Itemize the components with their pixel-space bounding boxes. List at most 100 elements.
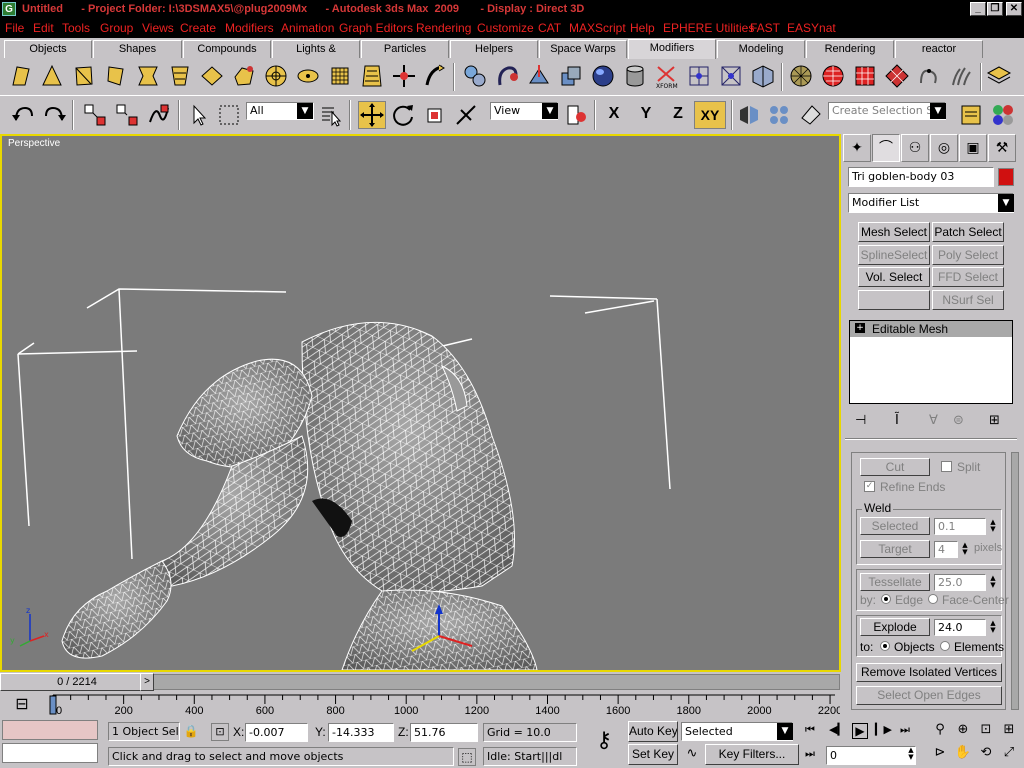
x-coord-input[interactable]: -0.007 [245, 723, 308, 742]
push-modifier-icon[interactable] [199, 63, 225, 89]
motion-panel-tab[interactable]: ◎ [930, 134, 958, 162]
perspective-viewport[interactable]: Perspective z x y [0, 134, 841, 672]
hair-fur-icon[interactable] [948, 63, 974, 89]
next-frame-icon[interactable]: ▎▶ [875, 723, 892, 737]
chevron-down-icon[interactable]: ▼ [777, 723, 793, 740]
tab-objects[interactable]: Objects [4, 40, 92, 58]
ffd-select-button[interactable]: FFD Select [932, 267, 1004, 287]
bind-to-space-warp-icon[interactable] [146, 102, 172, 128]
weld-threshold-spinner[interactable]: ▲ ▼ [988, 519, 998, 535]
redo-icon[interactable] [42, 102, 68, 128]
menu-easynat[interactable]: EASYnat [787, 18, 836, 38]
unlink-selection-icon[interactable] [114, 102, 140, 128]
nsurf-sel-button[interactable]: NSurf Sel [932, 290, 1004, 310]
select-and-link-icon[interactable] [82, 102, 108, 128]
elements-radio[interactable] [940, 641, 950, 651]
bend-modifier-icon[interactable] [8, 63, 34, 89]
expand-icon[interactable]: + [855, 323, 865, 333]
empty-modifier-slot[interactable] [858, 290, 930, 310]
key-filters-button[interactable]: Key Filters... [705, 744, 799, 765]
display-panel-tab[interactable]: ▣ [959, 134, 987, 162]
configure-modifier-sets-icon[interactable]: ⊞ [989, 414, 1005, 428]
key-icon[interactable]: ⚷ [584, 730, 624, 754]
menu-cat[interactable]: CAT [538, 18, 561, 38]
lock-icon[interactable]: 🔒 [183, 724, 199, 740]
material-editor-icon[interactable] [990, 102, 1016, 128]
current-frame-spinner[interactable]: ▲ ▼ [906, 747, 916, 763]
edit-poly-icon[interactable] [718, 63, 744, 89]
tessellate-tension-input[interactable]: 25.0 [934, 574, 986, 591]
remove-modifier-icon[interactable]: ⊜ [953, 414, 967, 428]
restrict-x-button[interactable]: X [600, 102, 628, 128]
sphere-primitive-icon[interactable] [590, 63, 616, 89]
patch-select-button[interactable]: Patch Select [932, 222, 1004, 242]
zoom-all-icon[interactable]: ⊕ [954, 722, 972, 740]
menu-graph-editors[interactable]: Graph Editors [339, 18, 413, 38]
y-coord-input[interactable]: -14.333 [328, 723, 394, 742]
tessellate-spinner[interactable]: ▲ ▼ [988, 575, 998, 591]
object-color-swatch[interactable] [998, 168, 1014, 186]
object-name-field[interactable]: Tri goblen-body 03 [848, 167, 994, 187]
menu-fast[interactable]: FAST [750, 18, 780, 38]
field-of-view-icon[interactable]: ⊳ [931, 745, 949, 763]
current-frame-marker[interactable] [49, 695, 57, 715]
select-and-rotate-icon[interactable] [390, 102, 416, 128]
menu-help[interactable]: Help [630, 18, 655, 38]
arc-rotate-icon[interactable]: ⟲ [977, 745, 995, 763]
zoom-extents-icon[interactable]: ⊡ [977, 722, 995, 740]
menu-group[interactable]: Group [100, 18, 133, 38]
wave-modifier-icon[interactable] [295, 63, 321, 89]
tab-modifiers[interactable]: Modifiers [628, 39, 716, 59]
named-selection-sets-input[interactable]: Create Selection Set [828, 102, 946, 120]
tab-compounds[interactable]: Compounds [183, 40, 271, 58]
vertex-weld-icon[interactable] [686, 63, 712, 89]
lattice-modifier-icon[interactable] [359, 63, 385, 89]
maxscript-listener-mini[interactable] [2, 720, 98, 740]
menu-edit[interactable]: Edit [33, 18, 54, 38]
smooth-modifier-icon[interactable] [558, 63, 584, 89]
squeeze-modifier-icon[interactable] [167, 63, 193, 89]
menu-customize[interactable]: Customize [477, 18, 534, 38]
tab-shapes[interactable]: Shapes [93, 40, 182, 58]
absolute-mode-icon[interactable]: ⊡ [211, 723, 229, 741]
xform-modifier-icon[interactable]: XFORM [654, 63, 680, 90]
goblin-body-mesh[interactable] [61, 321, 538, 670]
tab-particles[interactable]: Particles [361, 40, 449, 58]
menu-modifiers[interactable]: Modifiers [225, 18, 274, 38]
select-by-name-icon[interactable] [318, 102, 344, 128]
objects-radio[interactable] [880, 641, 890, 651]
poly-select-button[interactable]: Poly Select [932, 245, 1004, 265]
chevron-down-icon[interactable]: ▼ [542, 103, 558, 119]
pan-icon[interactable]: ✋ [954, 745, 972, 763]
mirror-icon[interactable] [736, 102, 762, 128]
maximize-viewport-icon[interactable]: ⤢ [1000, 745, 1018, 763]
track-bar[interactable]: ⊟ 0 200 400 600 800 1000 1200 1400 1600 1800 2000 2… [0, 692, 841, 716]
play-icon[interactable]: ▶ [852, 723, 868, 739]
restrict-y-button[interactable]: Y [632, 102, 660, 128]
tab-reactor[interactable]: reactor [895, 40, 983, 58]
current-frame-input[interactable]: 0 [826, 746, 916, 765]
layer-manager-icon[interactable] [958, 102, 984, 128]
spline-ik-icon[interactable] [916, 63, 942, 89]
normal-modifier-icon[interactable] [526, 63, 552, 89]
command-panel-scrollbar[interactable] [1011, 452, 1019, 710]
modify-panel-tab[interactable]: ⌒ [872, 134, 900, 162]
auto-key-button[interactable]: Auto Key [628, 721, 678, 742]
chevron-down-icon[interactable]: ▼ [998, 194, 1014, 212]
weld-target-button[interactable]: Target [860, 540, 930, 558]
weld-selected-button[interactable]: Selected [860, 517, 930, 535]
explode-spinner[interactable]: ▲ ▼ [988, 620, 998, 636]
skew-modifier-icon[interactable] [327, 63, 353, 89]
meshsmooth-icon[interactable] [820, 63, 846, 89]
twist-modifier-icon[interactable] [71, 63, 97, 89]
default-in-out-tangents-icon[interactable]: ∿ [683, 746, 701, 764]
weld-target-spinner[interactable]: ▲ ▼ [960, 542, 970, 558]
ripple-modifier-icon[interactable] [263, 63, 289, 89]
menu-create[interactable]: Create [180, 18, 216, 38]
maxscript-input-mini[interactable] [2, 743, 98, 763]
geosphere-icon[interactable] [788, 63, 814, 89]
cut-button[interactable]: Cut [860, 458, 930, 476]
select-open-edges-button[interactable]: Select Open Edges [856, 686, 1002, 705]
mini-curve-editor-icon[interactable]: ⊟ [8, 695, 36, 715]
menu-ephere-utilities[interactable]: EPHERE Utilities [663, 18, 754, 38]
